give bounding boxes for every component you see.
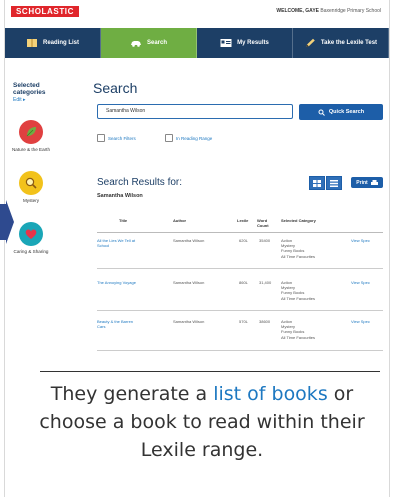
tab-my-results[interactable]: My Results [197,28,293,58]
category-label: Nature & the Earth [11,147,51,152]
car-icon [130,41,141,47]
magnifier-icon [19,171,43,195]
app-frame: SCHOLASTIC WELCOME, GAYE Baxenridge Prim… [4,0,390,497]
view-toggle [309,176,342,190]
col-word-count[interactable]: Word Count [257,218,273,228]
view-spec-link[interactable]: View Spec [351,280,370,285]
book-words: 31,400 [259,280,272,285]
list-icon [330,179,338,187]
edit-categories-link[interactable]: Edit ▸ [13,97,26,103]
tab-label: My Results [237,40,269,46]
quick-search-button[interactable]: Quick Search [299,104,383,120]
col-title[interactable]: Title [119,218,127,223]
leaf-icon [19,120,43,144]
top-bar: SCHOLASTIC WELCOME, GAYE Baxenridge Prim… [5,0,389,26]
checkbox[interactable] [97,134,105,142]
search-title: Search [93,80,138,96]
print-label: Print [356,179,368,186]
book-categories: Action Mystery Funny Books All Time Favo… [281,280,316,301]
book-categories: Action Mystery Funny Books All Time Favo… [281,238,316,259]
welcome-text: WELCOME, GAYE Baxenridge Primary School [276,8,381,14]
tab-label: Search [146,40,167,46]
caption-divider [40,371,380,372]
welcome-school: Baxenridge Primary School [320,8,381,14]
book-title[interactable]: The Annoying Voyage [97,280,141,285]
search-filters-option[interactable]: Search Filters [97,134,136,142]
list-view-button[interactable] [326,176,342,190]
search-input[interactable]: Samantha Wilson [97,104,293,119]
tab-reading-list[interactable]: Reading List [5,28,101,58]
tab-lexile-test[interactable]: Take the Lexile Test [293,28,389,58]
tab-label: Reading List [42,40,79,46]
col-category: Selected Category [281,218,316,223]
quick-search-label: Quick Search [328,109,365,115]
checkbox[interactable] [165,134,173,142]
book-author: Samantha Wilson [173,280,205,285]
book-categories: Action Mystery Funny Books All Time Favo… [281,319,316,340]
main-nav: Reading List Search My Results Take the … [5,28,389,58]
category-mystery[interactable]: Mystery [5,171,57,203]
pointer-arrow-icon [0,200,14,244]
selected-categories-title: Selected categories [13,82,46,96]
category-label: Caring & Sharing [13,249,49,254]
col-author[interactable]: Author [173,218,186,223]
caption-highlight: list of books [213,383,328,405]
category-nature[interactable]: Nature & the Earth [5,120,57,152]
book-words: 38600 [259,319,271,324]
grid-view-button[interactable] [309,176,325,190]
id-card-icon [220,39,232,47]
table-row[interactable]: Beauty & the Barren Cars Samantha Wilson… [97,314,383,351]
view-spec-link[interactable]: View Spec [351,238,370,243]
book-lexile: 620L [239,238,248,243]
results-table-header: Title Author Lexile Word Count Selected … [97,218,383,233]
table-row[interactable]: All the Lies We Tell at School Samantha … [97,233,383,269]
welcome-user: WELCOME, GAYE [276,8,320,14]
view-spec-link[interactable]: View Spec [351,319,370,324]
book-words: 35400 [259,238,271,243]
tab-search[interactable]: Search [101,28,197,58]
book-title[interactable]: All the Lies We Tell at School [97,238,141,248]
option-label: Search Filters [108,135,136,141]
book-lexile: 570L [239,319,248,324]
pencil-icon [305,38,315,47]
table-row[interactable]: The Annoying Voyage Samantha Wilson 860L… [97,275,383,311]
reading-range-option[interactable]: In Reading Range [165,134,212,142]
search-icon [318,109,325,116]
book-author: Samantha Wilson [173,319,205,324]
tab-label: Take the Lexile Test [320,40,378,46]
scholastic-logo[interactable]: SCHOLASTIC [11,6,79,17]
results-query: Samantha Wilson [97,193,143,199]
book-lexile: 860L [239,280,248,285]
grid-icon [313,179,321,187]
heart-icon [19,222,43,246]
results-title: Search Results for: [97,177,183,188]
option-label: In Reading Range [176,135,213,141]
printer-icon [370,179,378,185]
print-button[interactable]: Print [351,177,383,188]
book-title[interactable]: Beauty & the Barren Cars [97,319,141,329]
caption-start: They generate a [50,383,214,405]
caption-text: They generate a list of books or choose … [15,380,389,464]
book-icon [26,39,37,47]
col-lexile[interactable]: Lexile [237,218,248,223]
book-author: Samantha Wilson [173,238,205,243]
